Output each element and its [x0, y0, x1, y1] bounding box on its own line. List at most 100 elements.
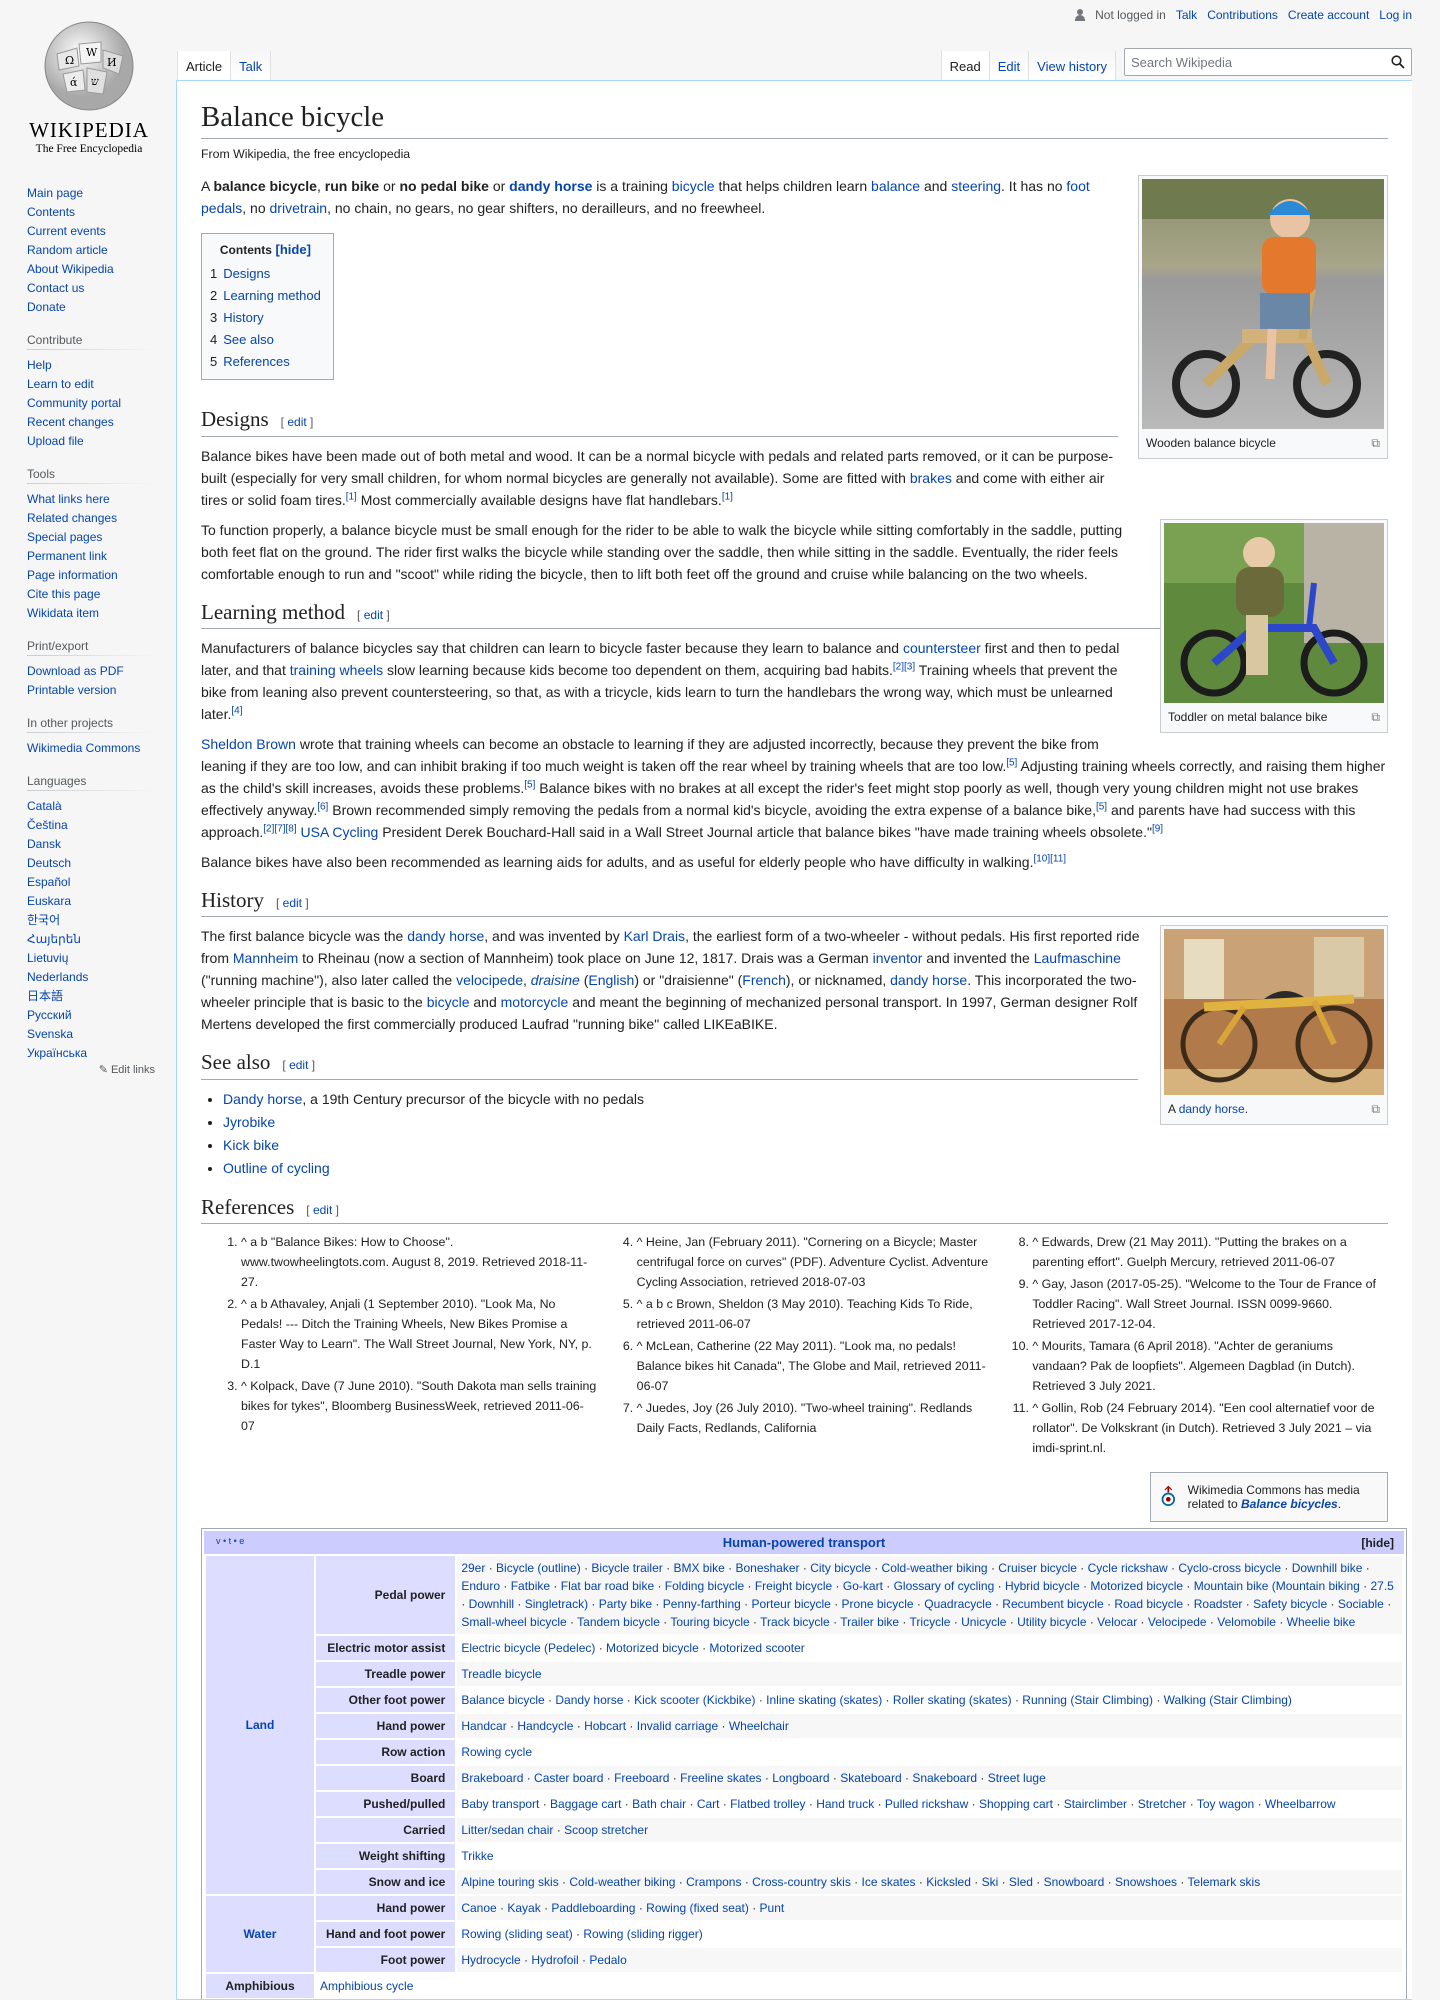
sidebar-contribute-item-link[interactable]: Upload file [27, 434, 84, 448]
link-laufmaschine[interactable]: Laufmaschine [1034, 950, 1121, 966]
navbox-title-link[interactable]: Human-powered transport [723, 1535, 886, 1550]
sidebar-nav-item-link[interactable]: Current events [27, 224, 106, 238]
navbox-link[interactable]: Flat bar road bike [561, 1579, 654, 1593]
link-sheldon-brown[interactable]: Sheldon Brown [201, 736, 296, 752]
link-bicycle[interactable]: bicycle [672, 178, 715, 194]
navbox-link[interactable]: Cross-country skis [752, 1875, 851, 1889]
navbox-link[interactable]: Canoe [461, 1901, 496, 1915]
navbox-link[interactable]: Cyclo-cross bicycle [1178, 1561, 1281, 1575]
sidebar-language-item-link[interactable]: Català [27, 799, 62, 813]
toc-item[interactable]: 1 Designs [210, 263, 321, 285]
link-english[interactable]: English [588, 972, 634, 988]
navbox-link[interactable]: Cart [697, 1797, 720, 1811]
log-in-link[interactable]: Log in [1379, 8, 1412, 22]
sidebar-nav-item-link[interactable]: Random article [27, 243, 108, 257]
toc-link[interactable]: Designs [223, 266, 270, 281]
ref-link[interactable]: [2][3] [893, 661, 915, 672]
navbox-hide-button[interactable]: [hide] [1361, 1536, 1394, 1550]
sidebar-tools-item-link[interactable]: Related changes [27, 511, 117, 525]
navbox-link[interactable]: Kicksled [926, 1875, 971, 1889]
navbox-link[interactable]: Wheelie bike [1287, 1615, 1356, 1629]
link-brakes[interactable]: brakes [910, 470, 952, 486]
toc-item[interactable]: 4 See also [210, 329, 321, 351]
see-also-link[interactable]: Kick bike [223, 1137, 279, 1153]
navbox-link[interactable]: Prone bicycle [842, 1597, 914, 1611]
navbox-link[interactable]: Penny-farthing [663, 1597, 741, 1611]
sidebar-nav-item-link[interactable]: Contact us [27, 281, 84, 295]
navbox-group-land[interactable]: Land [206, 1555, 314, 1894]
sidebar-contribute-item-link[interactable]: Help [27, 358, 52, 372]
navbox-link[interactable]: Recumbent bicycle [1002, 1597, 1103, 1611]
navbox-link[interactable]: Freeboard [614, 1771, 669, 1785]
link-steering[interactable]: steering [951, 178, 1001, 194]
navbox-link[interactable]: Small-wheel bicycle [461, 1615, 566, 1629]
navbox-link[interactable]: Running (Stair Climbing) [1022, 1693, 1153, 1707]
sidebar-tools-item-link[interactable]: What links here [27, 492, 110, 506]
navbox-link[interactable]: Velocar [1097, 1615, 1137, 1629]
navbox-link[interactable]: Road bicycle [1114, 1597, 1183, 1611]
create-account-link[interactable]: Create account [1288, 8, 1369, 22]
toddler-balance-bike-photo[interactable] [1164, 522, 1384, 703]
navbox-link[interactable]: Stretcher [1138, 1797, 1187, 1811]
navbox-link[interactable]: Trailer bike [840, 1615, 899, 1629]
ref-link[interactable]: [1] [722, 491, 733, 502]
navbox-link[interactable]: Freeline skates [680, 1771, 761, 1785]
sidebar-language-item-link[interactable]: Հայերեն [27, 932, 81, 946]
ref-link[interactable]: [5] [524, 779, 535, 790]
wooden-balance-bicycle-photo[interactable] [1142, 179, 1384, 430]
navbox-link[interactable]: Rowing cycle [461, 1745, 532, 1759]
sidebar-tools-item-link[interactable]: Cite this page [27, 587, 100, 601]
edit-section-link[interactable]: edit [364, 608, 383, 622]
navbox-link[interactable]: Motorized scooter [709, 1641, 804, 1655]
sidebar-print-item-link[interactable]: Download as PDF [27, 664, 124, 678]
sidebar-nav-item-link[interactable]: About Wikipedia [27, 262, 114, 276]
navbox-link[interactable]: Rowing (sliding rigger) [583, 1927, 702, 1941]
tab-view-history[interactable]: View history [1029, 51, 1116, 80]
sidebar-language-item-link[interactable]: Čeština [27, 818, 68, 832]
sidebar-language-item-link[interactable]: Lietuvių [27, 951, 68, 965]
navbox-link[interactable]: Velomobile [1217, 1615, 1276, 1629]
navbox-link[interactable]: Invalid carriage [637, 1719, 718, 1733]
navbox-link[interactable]: Crampons [686, 1875, 741, 1889]
navbox-link[interactable]: Balance bicycle [461, 1693, 544, 1707]
talk-link[interactable]: Talk [1176, 8, 1197, 22]
navbox-link[interactable]: Cycle rickshaw [1088, 1561, 1168, 1575]
navbox-link[interactable]: Walking (Stair Climbing) [1164, 1693, 1292, 1707]
link-draisine[interactable]: draisine [531, 972, 580, 988]
navbox-link[interactable]: Longboard [772, 1771, 829, 1785]
navbox-link[interactable]: Motorized bicycle [606, 1641, 699, 1655]
link-motorcycle[interactable]: motorcycle [501, 994, 569, 1010]
navbox-link[interactable]: 29er [461, 1561, 485, 1575]
sidebar-nav-item-link[interactable]: Main page [27, 186, 83, 200]
sidebar-contribute-item-link[interactable]: Learn to edit [27, 377, 94, 391]
search-input[interactable]: Search Wikipedia [1124, 48, 1412, 76]
tab-read[interactable]: Read [940, 51, 990, 80]
sidebar-language-item-link[interactable]: Svenska [27, 1027, 73, 1041]
sidebar-tools-item-link[interactable]: Special pages [27, 530, 102, 544]
navbox-link[interactable]: Go-kart [843, 1579, 883, 1593]
navbox-link[interactable]: Kick scooter (Kickbike) [634, 1693, 755, 1707]
navbox-link[interactable]: Amphibious cycle [320, 1979, 413, 1993]
link-usa-cycling[interactable]: USA Cycling [301, 824, 379, 840]
navbox-link[interactable]: Safety bicycle [1253, 1597, 1327, 1611]
navbox-link[interactable]: Hand truck [816, 1797, 874, 1811]
navbox-link[interactable]: Shopping cart [979, 1797, 1053, 1811]
navbox-link[interactable]: City bicycle [810, 1561, 871, 1575]
ref-link[interactable]: [4] [231, 705, 242, 716]
navbox-link[interactable]: Track bicycle [760, 1615, 830, 1629]
link-dandy-horse[interactable]: dandy horse [407, 928, 484, 944]
navbox-link[interactable]: Electric bicycle (Pedelec) [461, 1641, 595, 1655]
toc-item[interactable]: 3 History [210, 307, 321, 329]
sidebar-language-item-link[interactable]: 한국어 [27, 913, 60, 927]
navbox-link[interactable]: Inline skating (skates) [766, 1693, 882, 1707]
navbox-link[interactable]: Cruiser bicycle [998, 1561, 1077, 1575]
tab-edit[interactable]: Edit [989, 51, 1030, 80]
ref-link[interactable]: [10][11] [1033, 853, 1066, 864]
tab-talk[interactable]: Talk [231, 51, 272, 80]
navbox-link[interactable]: Folding bicycle [665, 1579, 744, 1593]
see-also-link[interactable]: Dandy horse [223, 1091, 302, 1107]
link-french[interactable]: French [742, 972, 786, 988]
link-velocipede[interactable]: velocipede [456, 972, 523, 988]
navbox-link[interactable]: Hydrofoil [531, 1953, 578, 1967]
sidebar-tools-item-link[interactable]: Page information [27, 568, 118, 582]
